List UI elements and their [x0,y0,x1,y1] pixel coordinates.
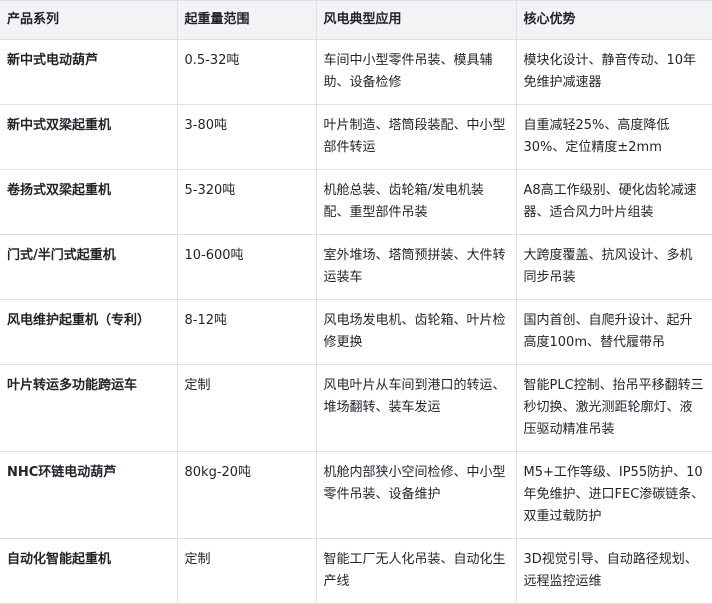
product-name: 门式/半门式起重机 [0,234,177,300]
typical-application: 智能工厂无人化吊装、自动化生产线 [315,538,516,604]
core-advantage: 国内首创、自爬升设计、起升高度100m、替代履带吊 [515,299,712,365]
table-row: 风电维护起重机（专利） 8-12吨 风电场发电机、齿轮箱、叶片检修更换 国内首创… [0,299,712,365]
capacity-range: 0.5-32吨 [176,39,316,105]
typical-application: 风电场发电机、齿轮箱、叶片检修更换 [315,299,516,365]
core-advantage: 自重减轻25%、高度降低30%、定位精度±2mm [515,104,712,170]
capacity-range: 3-80吨 [176,104,316,170]
capacity-range: 定制 [176,538,316,604]
header-core-advantage: 核心优势 [515,0,712,40]
typical-application: 机舱总装、齿轮箱/发电机装配、重型部件吊装 [315,169,516,235]
core-advantage: M5+工作等级、IP55防护、10年免维护、进口FEC渗碳链条、双重过载防护 [515,451,712,539]
capacity-range: 8-12吨 [176,299,316,365]
table-row: 新中式电动葫芦 0.5-32吨 车间中小型零件吊装、模具辅助、设备检修 模块化设… [0,39,712,105]
core-advantage: 模块化设计、静音传动、10年免维护减速器 [515,39,712,105]
table-row: 新中式双梁起重机 3-80吨 叶片制造、塔筒段装配、中小型部件转运 自重减轻25… [0,104,712,170]
core-advantage: A8高工作级别、硬化齿轮减速器、适合风力叶片组装 [515,169,712,235]
typical-application: 叶片制造、塔筒段装配、中小型部件转运 [315,104,516,170]
table-row: 叶片转运多功能跨运车 定制 风电叶片从车间到港口的转运、堆场翻转、装车发运 智能… [0,364,712,452]
table-row: 卷扬式双梁起重机 5-320吨 机舱总装、齿轮箱/发电机装配、重型部件吊装 A8… [0,169,712,235]
product-name: 卷扬式双梁起重机 [0,169,177,235]
core-advantage: 3D视觉引导、自动路径规划、远程监控运维 [515,538,712,604]
typical-application: 室外堆场、塔筒预拼装、大件转运装车 [315,234,516,300]
product-name: 新中式双梁起重机 [0,104,177,170]
table-header-row: 产品系列 起重量范围 风电典型应用 核心优势 [0,0,712,40]
capacity-range: 5-320吨 [176,169,316,235]
table-row: NHC环链电动葫芦 80kg-20吨 机舱内部狭小空间检修、中小型零件吊装、设备… [0,451,712,539]
product-table: 产品系列 起重量范围 风电典型应用 核心优势 新中式电动葫芦 0.5-32吨 车… [0,0,712,604]
header-capacity-range: 起重量范围 [176,0,316,40]
capacity-range: 定制 [176,364,316,452]
header-typical-application: 风电典型应用 [315,0,516,40]
product-name: NHC环链电动葫芦 [0,451,177,539]
table-row: 门式/半门式起重机 10-600吨 室外堆场、塔筒预拼装、大件转运装车 大跨度覆… [0,234,712,300]
product-name: 风电维护起重机（专利） [0,299,177,365]
capacity-range: 80kg-20吨 [176,451,316,539]
typical-application: 风电叶片从车间到港口的转运、堆场翻转、装车发运 [315,364,516,452]
header-product-series: 产品系列 [0,0,177,40]
product-name: 自动化智能起重机 [0,538,177,604]
product-name: 叶片转运多功能跨运车 [0,364,177,452]
core-advantage: 大跨度覆盖、抗风设计、多机同步吊装 [515,234,712,300]
typical-application: 车间中小型零件吊装、模具辅助、设备检修 [315,39,516,105]
product-name: 新中式电动葫芦 [0,39,177,105]
core-advantage: 智能PLC控制、抬吊平移翻转三秒切换、激光测距轮廓灯、液压驱动精准吊装 [515,364,712,452]
typical-application: 机舱内部狭小空间检修、中小型零件吊装、设备维护 [315,451,516,539]
capacity-range: 10-600吨 [176,234,316,300]
table-row: 自动化智能起重机 定制 智能工厂无人化吊装、自动化生产线 3D视觉引导、自动路径… [0,538,712,604]
